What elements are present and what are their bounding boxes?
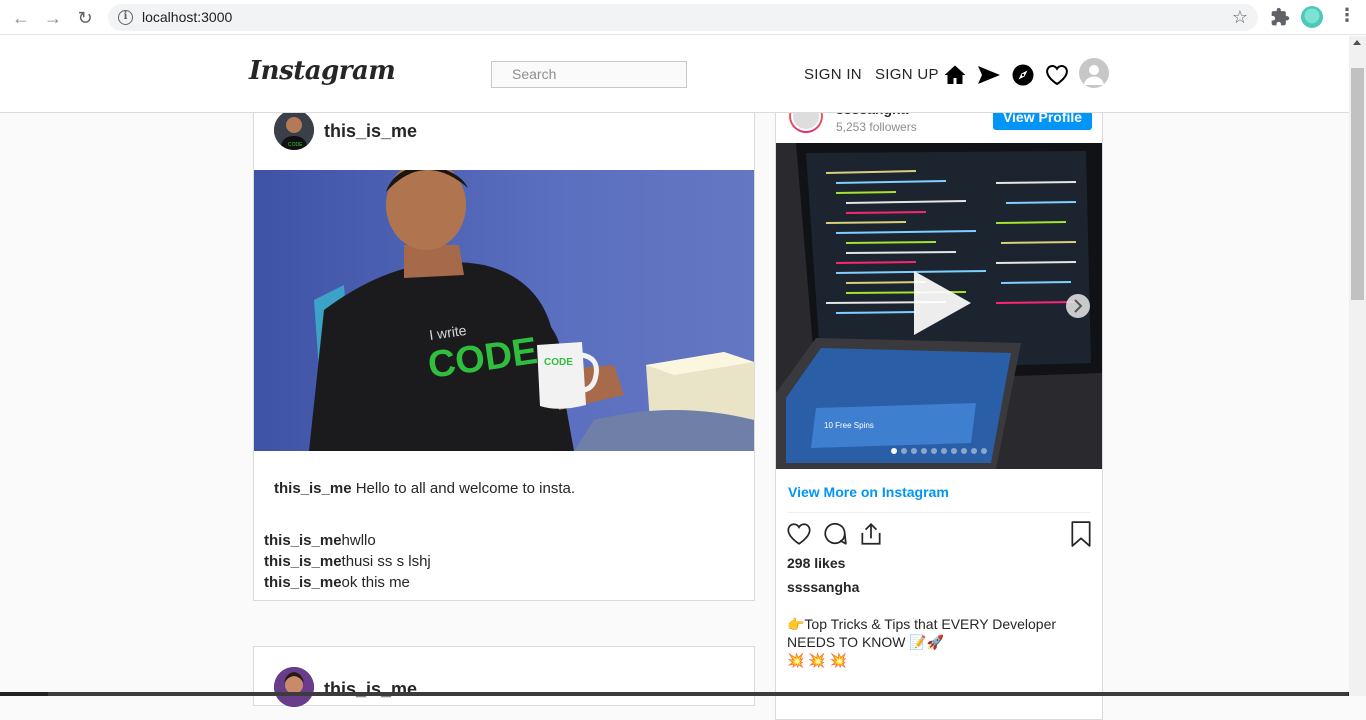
avatar-image: CODE — [274, 110, 314, 150]
carousel-dots — [891, 448, 987, 454]
page-scrollbar[interactable] — [1349, 36, 1366, 696]
url-text: localhost:3000 — [142, 9, 233, 25]
svg-text:CODE: CODE — [288, 142, 303, 148]
site-info-icon[interactable]: i — [118, 10, 133, 25]
svg-text:10 Free Spins: 10 Free Spins — [824, 421, 874, 430]
user-silhouette-icon — [1084, 65, 1104, 85]
code-monitor-video-thumbnail: 10 Free Spins — [776, 143, 1102, 469]
profile-avatar[interactable] — [1079, 58, 1109, 88]
caption-line: NEEDS TO KNOW 📝🚀 — [787, 634, 945, 650]
carousel-dot — [971, 448, 977, 454]
comment-text: ok this me — [341, 574, 410, 591]
extensions-icon[interactable] — [1270, 7, 1290, 27]
post-image: I write CODE CODE — [254, 170, 754, 451]
caption-text: Hello to all and welcome to insta. — [351, 480, 575, 497]
comment-text: thusi ss s lshj — [341, 553, 431, 570]
address-bar[interactable]: i localhost:3000 ☆ — [108, 4, 1258, 31]
browser-profile-avatar[interactable] — [1301, 6, 1323, 28]
man-with-code-shirt-image: I write CODE CODE — [254, 170, 754, 451]
comment-username[interactable]: this_is_me — [264, 574, 342, 591]
carousel-dot — [981, 448, 987, 454]
taskbar-edge — [0, 692, 1349, 696]
embed-video[interactable]: 10 Free Spins — [776, 143, 1102, 469]
post-avatar[interactable]: CODE — [274, 110, 314, 150]
instagram-embed: ssssangha 5,253 followers View Profile — [775, 80, 1103, 720]
app-header: Instagram Search SIGN IN SIGN UP — [0, 36, 1349, 113]
share-icon[interactable] — [858, 521, 884, 547]
home-icon[interactable] — [943, 63, 967, 87]
bookmark-star-icon[interactable]: ☆ — [1232, 7, 1248, 28]
post-username[interactable]: this_is_me — [324, 121, 417, 142]
post-caption: this_is_me Hello to all and welcome to i… — [274, 480, 575, 497]
svg-text:CODE: CODE — [544, 357, 573, 368]
carousel-dot — [911, 448, 917, 454]
browser-toolbar: ← → ↻ i localhost:3000 ☆ ⋮ — [0, 0, 1366, 35]
embed-caption-username[interactable]: ssssangha — [787, 579, 859, 595]
comment-text: hwllo — [341, 532, 376, 549]
embed-caption: 👉Top Tricks & Tips that EVERY Developer … — [787, 615, 1087, 669]
back-icon[interactable]: ← — [10, 7, 32, 29]
forward-icon[interactable]: → — [42, 7, 64, 29]
carousel-dot — [961, 448, 967, 454]
post-card: this_is_me — [253, 646, 755, 707]
explore-compass-icon[interactable] — [1011, 63, 1035, 87]
comment-username[interactable]: this_is_me — [264, 553, 342, 570]
caption-line: 💥 💥 💥 — [787, 652, 848, 668]
comment-username[interactable]: this_is_me — [264, 532, 342, 549]
search-input[interactable]: Search — [491, 61, 687, 88]
reload-icon[interactable]: ↻ — [74, 7, 96, 29]
view-more-link[interactable]: View More on Instagram — [788, 484, 949, 500]
post-actions — [786, 521, 1092, 549]
sign-in-link[interactable]: SIGN IN — [804, 66, 862, 83]
comment-item: this_is_meok this me — [264, 572, 431, 593]
like-heart-icon[interactable] — [786, 521, 812, 547]
comment-icon[interactable] — [822, 521, 848, 547]
scrollbar-thumb[interactable] — [1351, 68, 1364, 300]
post-username[interactable]: this_is_me — [324, 679, 417, 700]
post-avatar[interactable] — [274, 667, 314, 707]
scroll-up-icon[interactable] — [1353, 40, 1361, 45]
divider — [788, 512, 1090, 513]
caption-username[interactable]: this_is_me — [274, 480, 352, 497]
bookmark-icon[interactable] — [1070, 521, 1092, 547]
browser-menu-icon[interactable]: ⋮ — [1338, 5, 1356, 26]
carousel-dot — [921, 448, 927, 454]
comment-item: this_is_methusi ss s lshj — [264, 551, 431, 572]
heart-icon[interactable] — [1045, 63, 1069, 87]
likes-count: 298 likes — [787, 555, 846, 571]
send-icon[interactable] — [977, 63, 1001, 87]
carousel-dot — [941, 448, 947, 454]
sign-up-link[interactable]: SIGN UP — [875, 66, 939, 83]
carousel-dot — [931, 448, 937, 454]
instagram-logo[interactable]: Instagram — [249, 56, 396, 86]
caption-line: 👉Top Tricks & Tips that EVERY Developer — [787, 616, 1057, 632]
carousel-dot — [901, 448, 907, 454]
carousel-dot — [951, 448, 957, 454]
embed-followers: 5,253 followers — [836, 120, 917, 134]
post-card: CODE this_is_me I write CODE CODE this_i… — [253, 80, 755, 601]
avatar-image — [274, 667, 314, 707]
carousel-dot — [891, 448, 897, 454]
comments-list: this_is_mehwllo this_is_methusi ss s lsh… — [264, 530, 431, 593]
comment-item: this_is_mehwllo — [264, 530, 431, 551]
